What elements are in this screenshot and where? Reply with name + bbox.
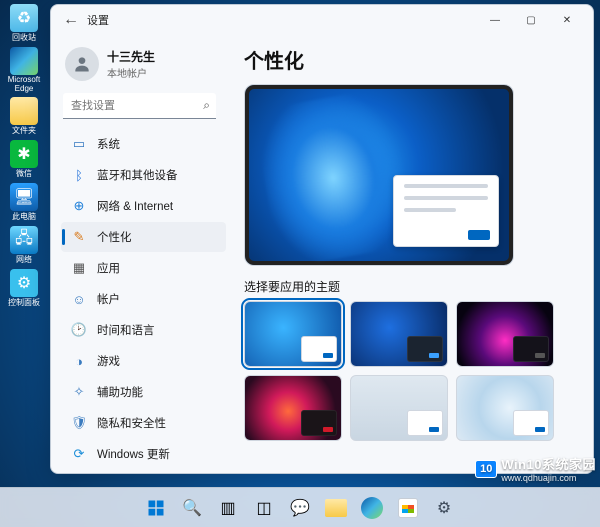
theme-option-3[interactable] xyxy=(456,301,554,367)
desktop-icon-label: 此电脑 xyxy=(12,211,36,222)
system-icon: ▭ xyxy=(71,136,87,152)
nav-label: 帐户 xyxy=(97,291,120,307)
taskbar-search[interactable]: 🔍 xyxy=(177,493,207,523)
taskbar-edge[interactable] xyxy=(357,493,387,523)
watermark-title: Win10系统家园 xyxy=(501,457,596,472)
user-type: 本地帐户 xyxy=(107,65,155,80)
themes-section-label: 选择要应用的主题 xyxy=(244,278,577,295)
bluetooth-icon: ᛒ xyxy=(71,167,87,183)
nav-label: Windows 更新 xyxy=(97,446,170,462)
nav-label: 时间和语言 xyxy=(97,322,155,338)
desktop-icon-folder[interactable]: 文件夹 xyxy=(4,97,44,136)
nav-label: 隐私和安全性 xyxy=(97,415,166,431)
gaming-icon: ◑ xyxy=(71,353,87,369)
desktop-icon-network[interactable]: 🖧网络 xyxy=(4,226,44,265)
nav-windows-update[interactable]: ⟳ Windows 更新 xyxy=(61,439,226,469)
taskbar[interactable]: 🔍 ▥ ◫ 💬 ⚙ xyxy=(0,487,600,527)
account-icon: ☺ xyxy=(71,291,87,307)
nav-gaming[interactable]: ◑ 游戏 xyxy=(61,346,226,376)
taskbar-store[interactable] xyxy=(393,493,423,523)
back-button[interactable]: ← xyxy=(59,11,83,29)
nav-network[interactable]: ⊕ 网络 & Internet xyxy=(61,191,226,221)
desktop-icon-label: 文件夹 xyxy=(12,125,36,136)
user-block[interactable]: 十三先生 本地帐户 xyxy=(61,41,226,91)
nav-label: 蓝牙和其他设备 xyxy=(97,167,178,183)
settings-window: ← 设置 — ▢ ✕ 十三先生 本地帐户 ⌕ ▭系统 ᛒ蓝牙 xyxy=(50,4,594,474)
theme-option-4[interactable] xyxy=(244,375,342,441)
desktop-icon-label: 回收站 xyxy=(12,32,36,43)
update-icon: ⟳ xyxy=(71,446,87,462)
nav-label: 系统 xyxy=(97,136,120,152)
theme-option-6[interactable] xyxy=(456,375,554,441)
avatar-icon xyxy=(65,47,99,81)
nav-personalization[interactable]: ✎ 个性化 xyxy=(61,222,226,252)
desktop-icon-label: 网络 xyxy=(16,254,32,265)
start-button[interactable] xyxy=(141,493,171,523)
desktop-icon-this-pc[interactable]: 🖥此电脑 xyxy=(4,183,44,222)
close-button[interactable]: ✕ xyxy=(549,6,585,34)
nav-label: 应用 xyxy=(97,260,120,276)
theme-option-1[interactable] xyxy=(244,301,342,367)
nav-label: 辅助功能 xyxy=(97,384,143,400)
nav-label: 个性化 xyxy=(97,229,132,245)
desktop-icon-label: 微信 xyxy=(16,168,32,179)
titlebar[interactable]: ← 设置 — ▢ ✕ xyxy=(51,5,593,35)
nav-list: ▭ 系统 ᛒ 蓝牙和其他设备 ⊕ 网络 & Internet ✎ 个性化 ▦ 应用 ☺ 帐户… xyxy=(61,129,226,469)
desktop-icon-control-panel[interactable]: ⚙控制面板 xyxy=(4,269,44,308)
search-icon: ⌕ xyxy=(203,98,210,113)
theme-option-2[interactable] xyxy=(350,301,448,367)
desktop-icon-recycle-bin[interactable]: ♻回收站 xyxy=(4,4,44,43)
taskbar-task-view[interactable]: ▥ xyxy=(213,493,243,523)
search-box[interactable]: ⌕ xyxy=(63,93,216,119)
taskbar-widgets[interactable]: ◫ xyxy=(249,493,279,523)
nav-label: 游戏 xyxy=(97,353,120,369)
nav-bluetooth[interactable]: ᛒ 蓝牙和其他设备 xyxy=(61,160,226,190)
theme-option-5[interactable] xyxy=(350,375,448,441)
apps-icon: ▦ xyxy=(71,260,87,276)
desktop-icon-column: ♻回收站 Microsoft Edge 文件夹 ✱微信 🖥此电脑 🖧网络 ⚙控制… xyxy=(4,4,44,308)
page-title: 个性化 xyxy=(244,45,577,74)
nav-accessibility[interactable]: ✧ 辅助功能 xyxy=(61,377,226,407)
desktop-icon-edge[interactable]: Microsoft Edge xyxy=(4,47,44,93)
sidebar: 十三先生 本地帐户 ⌕ ▭ 系统 ᛒ 蓝牙和其他设备 ⊕ 网络 & Internet … xyxy=(51,35,226,473)
user-name: 十三先生 xyxy=(107,48,155,65)
clock-icon: 🕑 xyxy=(71,322,87,338)
nav-apps[interactable]: ▦ 应用 xyxy=(61,253,226,283)
theme-preview[interactable] xyxy=(244,84,514,266)
maximize-button[interactable]: ▢ xyxy=(513,6,549,34)
window-title: 设置 xyxy=(87,12,109,28)
network-icon: ⊕ xyxy=(71,198,87,214)
brush-icon: ✎ xyxy=(71,229,87,245)
main-content: 个性化 选择要应用的主题 xyxy=(226,35,593,473)
desktop-icon-label: 控制面板 xyxy=(8,297,40,308)
nav-time-language[interactable]: 🕑 时间和语言 xyxy=(61,315,226,345)
taskbar-explorer[interactable] xyxy=(321,493,351,523)
nav-label: 网络 & Internet xyxy=(97,198,173,214)
shield-icon: 🛡 xyxy=(71,415,87,431)
taskbar-chat[interactable]: 💬 xyxy=(285,493,315,523)
watermark-url: www.qdhuajin.com xyxy=(501,473,596,483)
accessibility-icon: ✧ xyxy=(71,384,87,400)
desktop-icon-label: Microsoft Edge xyxy=(4,75,44,93)
taskbar-settings[interactable]: ⚙ xyxy=(429,493,459,523)
minimize-button[interactable]: — xyxy=(477,6,513,34)
nav-privacy[interactable]: 🛡 隐私和安全性 xyxy=(61,408,226,438)
watermark-badge: 10 xyxy=(475,460,497,478)
desktop-icon-wechat[interactable]: ✱微信 xyxy=(4,140,44,179)
watermark: 10 Win10系统家园 www.qdhuajin.com xyxy=(475,454,596,483)
nav-system[interactable]: ▭ 系统 xyxy=(61,129,226,159)
nav-accounts[interactable]: ☺ 帐户 xyxy=(61,284,226,314)
preview-window-mockup xyxy=(393,175,499,247)
search-input[interactable] xyxy=(63,93,216,119)
theme-grid xyxy=(244,301,577,441)
